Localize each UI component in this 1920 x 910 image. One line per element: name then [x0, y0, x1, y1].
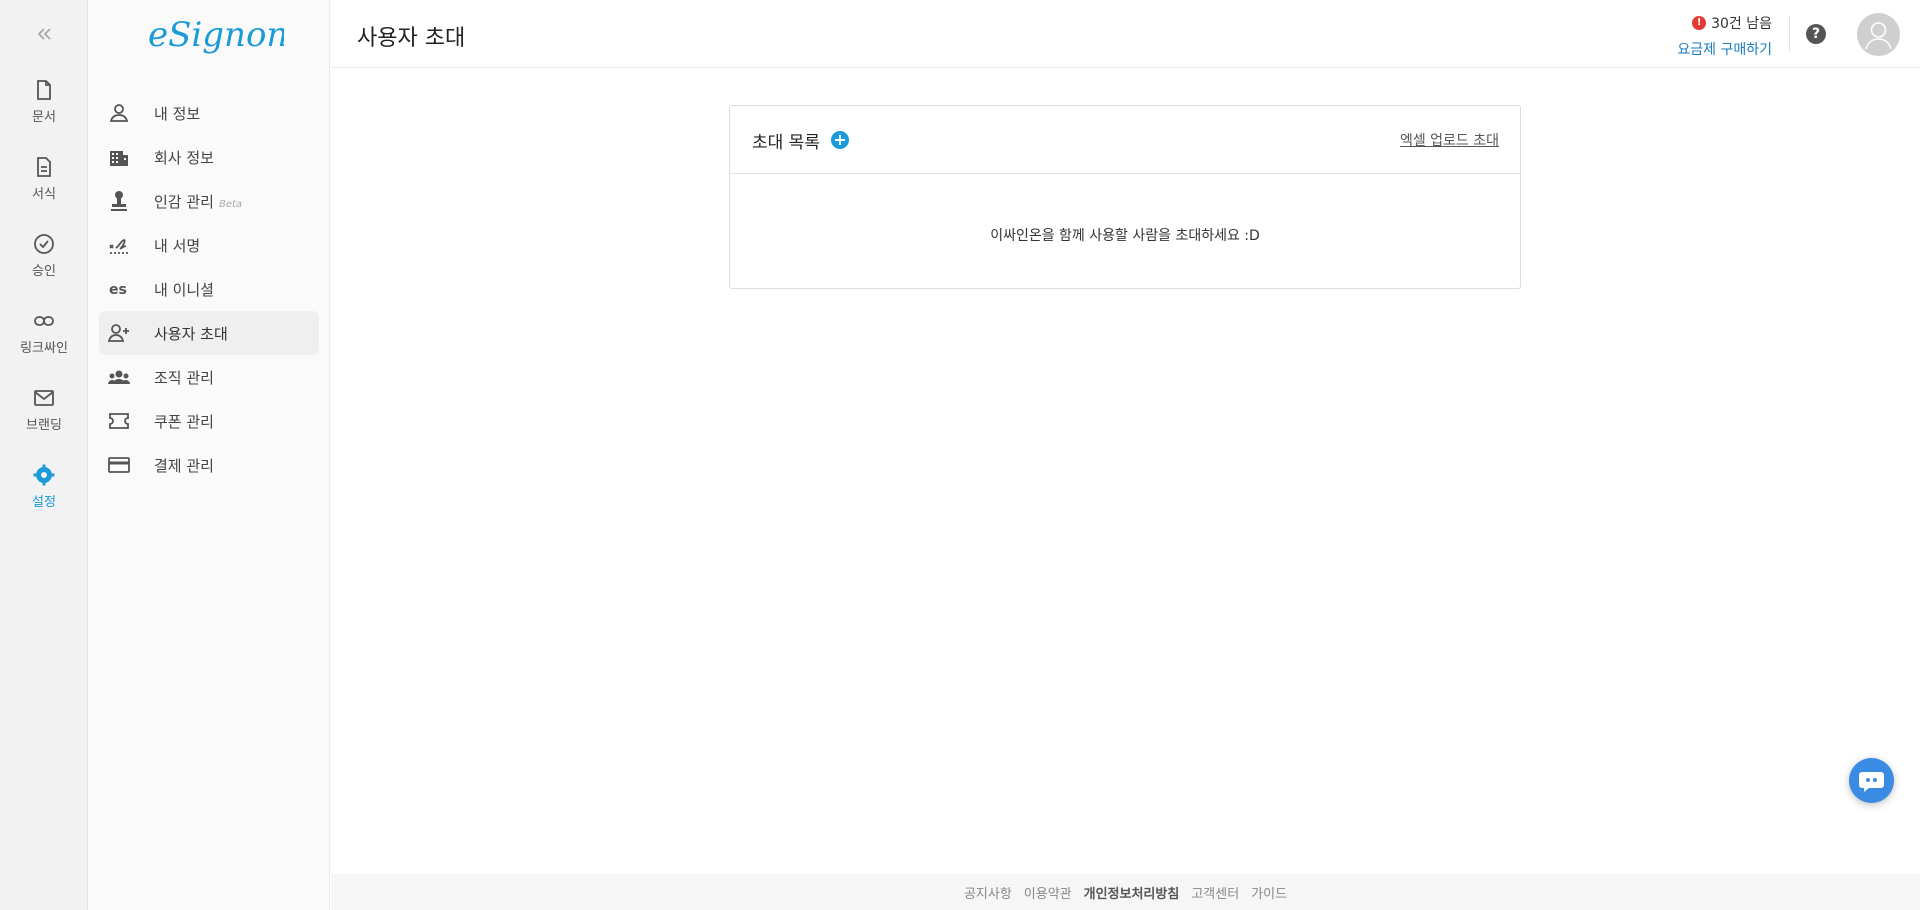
link-icon	[34, 316, 54, 326]
gear-icon	[33, 464, 55, 486]
chat-icon	[1859, 772, 1884, 792]
rail-item-label: 승인	[32, 264, 56, 279]
group-icon	[108, 370, 130, 384]
sub-item-company-info[interactable]: 회사 정보	[99, 135, 319, 179]
sub-item-label: 내 서명	[154, 237, 201, 255]
sub-item-label: 인감 관리 Beta	[154, 191, 242, 212]
rail-item-label: 브랜딩	[26, 418, 62, 433]
sub-item-label: 사용자 초대	[154, 325, 228, 343]
alert-icon: !	[1692, 16, 1707, 30]
sub-item-coupon[interactable]: 쿠폰 관리	[99, 399, 319, 443]
building-icon	[110, 151, 128, 166]
rail-item-label: 링크싸인	[20, 341, 68, 356]
footer-link-guide[interactable]: 가이드	[1251, 883, 1287, 902]
svg-text:es: es	[109, 282, 127, 298]
rail-item-label: 문서	[32, 110, 56, 125]
sub-item-payment[interactable]: 결제 관리	[99, 443, 319, 487]
help-icon[interactable]: ?	[1806, 24, 1826, 44]
page-header: 사용자 초대 ! 30건 남음 요금제 구매하기 ?	[331, 0, 1920, 68]
rail-item-documents[interactable]: 문서	[0, 78, 88, 142]
signature-icon	[109, 239, 128, 254]
excel-upload-invite-link[interactable]: 엑셀 업로드 초대	[1400, 130, 1499, 150]
card-title: 초대 목록	[752, 133, 820, 153]
collapse-sidebar-icon[interactable]	[32, 22, 56, 46]
add-invite-button[interactable]: +	[831, 131, 849, 149]
beta-badge: Beta	[218, 199, 243, 210]
sub-item-label: 조직 관리	[154, 369, 214, 387]
sub-item-label: 회사 정보	[154, 149, 214, 167]
person-icon	[109, 104, 129, 122]
seal-management-label: 인감 관리	[154, 193, 214, 211]
initials-icon: es	[109, 282, 127, 298]
mail-icon	[34, 390, 54, 406]
sub-item-label: 결제 관리	[154, 457, 214, 475]
empty-state-message: 이싸인온을 함께 사용할 사람을 초대하세요 :D	[990, 228, 1260, 244]
credit-card-icon	[108, 457, 130, 473]
page-title: 사용자 초대	[357, 26, 466, 51]
footer-link-support[interactable]: 고객센터	[1191, 883, 1239, 902]
person-add-icon	[107, 324, 129, 342]
header-divider	[1789, 16, 1790, 52]
nav-rail: 문서 서식 승인 링크싸인 브랜딩 설정	[0, 0, 88, 910]
document-icon	[37, 80, 51, 100]
footer-link-notices[interactable]: 공지사항	[964, 883, 1012, 902]
footer-link-terms[interactable]: 이용약관	[1024, 883, 1072, 902]
sub-item-label: 내 이니셜	[154, 281, 214, 299]
rail-item-settings[interactable]: 설정	[0, 463, 88, 527]
footer-link-privacy[interactable]: 개인정보처리방침	[1084, 883, 1180, 902]
sub-item-my-info[interactable]: 내 정보	[99, 91, 319, 135]
check-circle-icon	[34, 234, 54, 254]
sub-item-user-invite[interactable]: 사용자 초대	[99, 311, 319, 355]
chat-support-button[interactable]	[1849, 758, 1894, 803]
rail-item-branding[interactable]: 브랜딩	[0, 386, 88, 450]
rail-item-approval[interactable]: 승인	[0, 232, 88, 296]
stamp-icon	[111, 191, 127, 211]
upgrade-plan-link[interactable]: 요금제 구매하기	[1677, 39, 1772, 59]
sub-item-seal-management[interactable]: 인감 관리 Beta	[99, 179, 319, 223]
form-template-icon	[37, 157, 51, 177]
settings-submenu: eSignon 내 정보 회사 정보 인감 관리 Beta 내 서명 es 내 이…	[88, 0, 330, 910]
rail-item-linksign[interactable]: 링크싸인	[0, 309, 88, 373]
quota-panel: ! 30건 남음 요금제 구매하기	[1677, 13, 1772, 59]
invite-list-card: 초대 목록 + 엑셀 업로드 초대 이싸인온을 함께 사용할 사람을 초대하세요…	[729, 105, 1521, 289]
rail-item-templates[interactable]: 서식	[0, 155, 88, 219]
sub-item-my-initials[interactable]: es 내 이니셜	[99, 267, 319, 311]
sub-item-label: 쿠폰 관리	[154, 413, 214, 431]
footer-links: 공지사항 이용약관 개인정보처리방침 고객센터 가이드	[964, 883, 1287, 902]
card-header: 초대 목록 + 엑셀 업로드 초대	[730, 106, 1520, 174]
rail-item-label: 설정	[32, 495, 56, 510]
user-avatar-icon	[1865, 22, 1892, 50]
rail-item-label: 서식	[32, 187, 56, 202]
ticket-icon	[109, 413, 129, 429]
avatar[interactable]	[1857, 13, 1900, 56]
quota-remaining: 30건 남음	[1711, 16, 1772, 32]
sub-item-label: 내 정보	[154, 105, 201, 123]
quota-status: ! 30건 남음	[1677, 13, 1772, 33]
sub-item-my-signature[interactable]: 내 서명	[99, 223, 319, 267]
esignon-logo[interactable]: eSignon	[144, 8, 284, 60]
footer: 공지사항 이용약관 개인정보처리방침 고객센터 가이드	[331, 874, 1920, 910]
svg-text:eSignon: eSignon	[148, 15, 284, 55]
sub-item-organization[interactable]: 조직 관리	[99, 355, 319, 399]
